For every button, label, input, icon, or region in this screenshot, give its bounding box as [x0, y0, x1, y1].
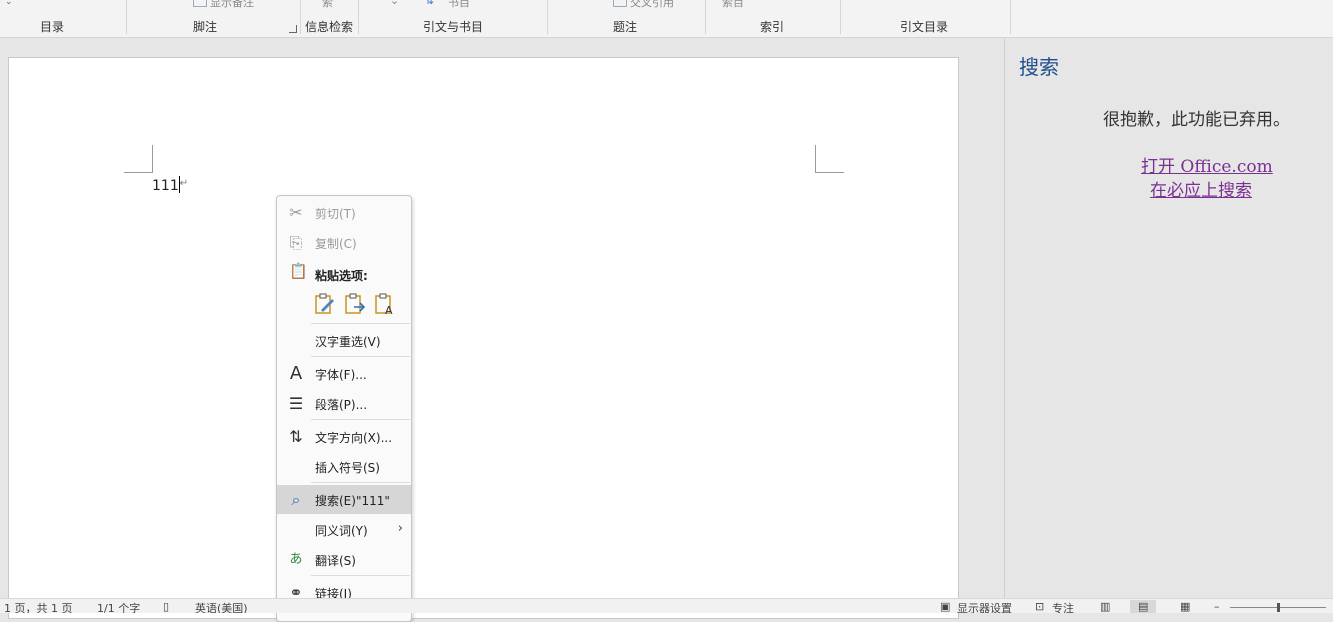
copy-icon: ⎘ — [289, 233, 303, 252]
group-label-captions: 题注 — [613, 20, 638, 34]
menu-item-copy[interactable]: ⎘ 复制(C) — [277, 228, 411, 257]
chevron-down-icon[interactable]: ⌄ — [390, 0, 399, 7]
menu-item-translate[interactable]: あ 翻译(S) — [277, 545, 411, 574]
font-icon: A — [289, 363, 303, 384]
group-label-index: 索引 — [760, 20, 785, 34]
pane-title: 搜索 — [1019, 55, 1059, 79]
menu-item-label: 字体(F)... — [315, 368, 367, 382]
menu-item-label: 插入符号(S) — [315, 461, 380, 475]
research-button[interactable]: 索 — [322, 0, 333, 10]
search-pane: 搜索 很抱歉，此功能已弃用。 打开 Office.com 在必应上搜索 — [1004, 38, 1333, 598]
crop-mark-top-right — [815, 145, 844, 173]
ribbon: ⌄ 显示备注 索 ⌄ ⇅ 书目 交叉引用 索目 目录 脚注 信息检索 引文与书目… — [0, 0, 1333, 38]
proofing-icon[interactable]: ▯ — [163, 600, 169, 613]
index-entry-button[interactable]: 索目 — [722, 0, 744, 10]
text-direction-icon: ⇅ — [289, 427, 303, 446]
group-label-citations: 引文与书目 — [423, 20, 484, 34]
zoom-out-icon[interactable]: – — [1214, 600, 1220, 613]
paragraph-mark-icon: ↵ — [179, 178, 189, 189]
group-divider — [840, 0, 841, 34]
group-divider — [358, 0, 359, 34]
search-icon: ⌕ — [291, 490, 301, 509]
zoom-slider-thumb[interactable] — [1277, 603, 1280, 612]
paste-keep-source-icon[interactable] — [313, 292, 337, 316]
menu-item-label: 同义词(Y) — [315, 524, 368, 538]
focus-button[interactable]: 专注 — [1052, 600, 1074, 613]
menu-item-reconvert[interactable]: 汉字重选(V) — [277, 326, 411, 355]
body-text: 111 — [152, 178, 179, 194]
document-page[interactable]: 111↵ — [8, 57, 959, 619]
group-label-toc: 目录 — [40, 20, 65, 34]
print-layout-icon[interactable]: ▤ — [1130, 600, 1157, 613]
language-indicator[interactable]: 英语(美国) — [195, 600, 248, 613]
read-mode-icon[interactable]: ▥ — [1100, 600, 1110, 613]
svg-text:A: A — [385, 304, 393, 316]
menu-item-text-direction[interactable]: ⇅ 文字方向(X)... — [277, 422, 411, 451]
menu-item-insert-symbol[interactable]: 插入符号(S) — [277, 452, 411, 481]
page-count[interactable]: 1 页，共 1 页 — [4, 600, 73, 613]
chevron-right-icon: › — [397, 521, 403, 536]
paste-options-label: 粘贴选项: — [315, 269, 368, 283]
paste-merge-format-icon[interactable] — [343, 292, 367, 316]
group-divider — [1010, 0, 1011, 34]
menu-separator — [311, 323, 410, 324]
menu-item-cut[interactable]: ✂ 剪切(T) — [277, 198, 411, 227]
web-layout-icon[interactable]: ▦ — [1180, 600, 1190, 613]
menu-item-label: 剪切(T) — [315, 207, 356, 221]
menu-item-label: 段落(P)... — [315, 398, 368, 412]
menu-separator — [311, 575, 410, 576]
bibliography-icon: ⇅ — [425, 0, 435, 7]
menu-item-label: 搜索(E)"111" — [315, 494, 390, 508]
deprecated-message: 很抱歉，此功能已弃用。 — [1103, 110, 1290, 130]
menu-item-font[interactable]: A 字体(F)... — [277, 359, 411, 388]
menu-item-label: 复制(C) — [315, 237, 357, 251]
menu-separator — [311, 482, 410, 483]
bing-search-link[interactable]: 在必应上搜索 — [1150, 176, 1252, 201]
display-settings-button[interactable]: 显示器设置 — [957, 600, 1012, 613]
paste-text-only-icon[interactable]: A — [373, 292, 397, 316]
menu-item-paragraph[interactable]: ☰ 段落(P)... — [277, 389, 411, 418]
menu-separator — [311, 419, 410, 420]
crop-mark-top-left — [124, 145, 153, 173]
group-label-research: 信息检索 — [305, 20, 354, 34]
translate-icon: あ — [289, 552, 303, 567]
show-notes-button[interactable]: 显示备注 — [210, 0, 254, 10]
menu-item-search[interactable]: ⌕ 搜索(E)"111" — [277, 485, 411, 514]
menu-item-label: 翻译(S) — [315, 554, 356, 568]
display-settings-icon: ▣ — [940, 600, 951, 613]
menu-item-label: 汉字重选(V) — [315, 335, 381, 349]
group-divider — [547, 0, 548, 34]
footnote-icon — [193, 0, 207, 7]
focus-icon: ⊡ — [1035, 600, 1045, 613]
menu-item-label: 文字方向(X)... — [315, 431, 393, 445]
document-text[interactable]: 111↵ — [152, 176, 188, 194]
scissors-icon: ✂ — [289, 203, 303, 222]
group-divider — [705, 0, 706, 34]
group-label-toa: 引文目录 — [900, 20, 949, 34]
cross-reference-button[interactable]: 交叉引用 — [630, 0, 674, 10]
cross-reference-icon — [613, 0, 627, 7]
open-office-link[interactable]: 打开 Office.com — [1141, 152, 1273, 177]
group-divider — [300, 0, 301, 34]
chevron-down-icon[interactable]: ⌄ — [5, 0, 13, 7]
menu-item-synonyms[interactable]: 同义词(Y) › — [277, 515, 411, 544]
context-menu: ✂ 剪切(T) ⎘ 复制(C) 📋 粘贴选项: A 汉字重选(V) A 字体(F… — [276, 195, 412, 622]
dialog-launcher-icon[interactable] — [289, 25, 297, 33]
word-count[interactable]: 1/1 个字 — [97, 600, 140, 613]
group-divider — [126, 0, 127, 34]
group-label-footnote: 脚注 — [193, 20, 218, 34]
bibliography-button[interactable]: 书目 — [448, 0, 470, 10]
paragraph-icon: ☰ — [288, 394, 304, 413]
status-bar: 1 页，共 1 页 1/1 个字 ▯ 英语(美国) ▣ 显示器设置 ⊡ 专注 ▥… — [0, 598, 1333, 613]
menu-separator — [311, 356, 410, 357]
clipboard-icon: 📋 — [289, 262, 308, 280]
